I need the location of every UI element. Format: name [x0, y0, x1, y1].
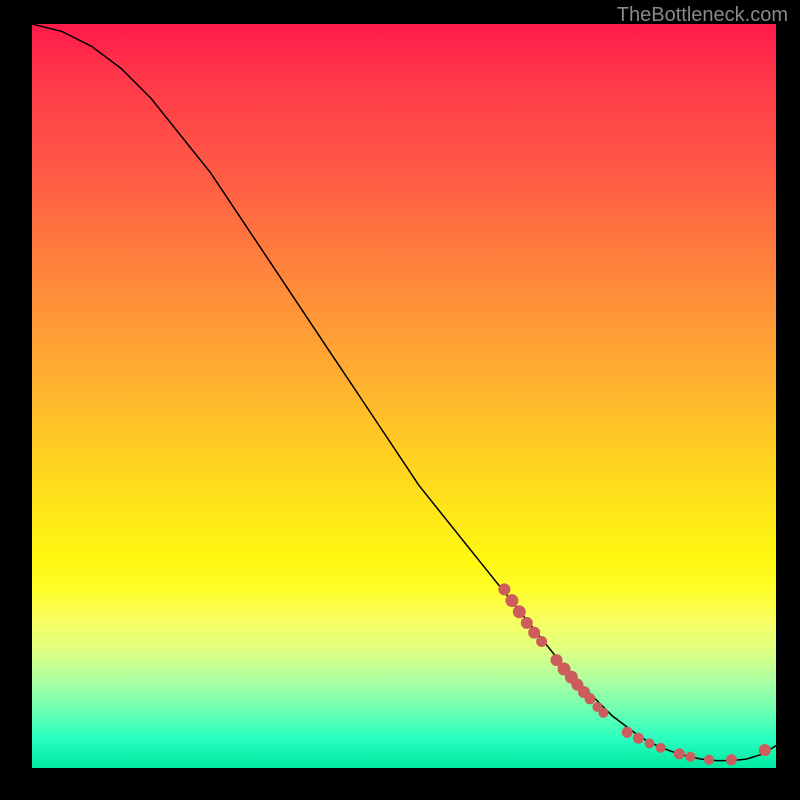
data-point	[521, 617, 533, 629]
data-point	[645, 738, 655, 748]
data-point	[505, 594, 518, 607]
data-point	[759, 744, 771, 756]
data-point	[633, 733, 644, 744]
curve-path	[32, 24, 776, 761]
data-point	[513, 605, 526, 618]
plot-area	[32, 24, 776, 768]
data-point	[622, 727, 633, 738]
data-point	[726, 754, 737, 765]
data-point	[685, 752, 695, 762]
data-point	[536, 636, 547, 647]
data-point	[528, 627, 540, 639]
watermark-text: TheBottleneck.com	[617, 4, 788, 27]
data-point	[585, 693, 596, 704]
data-point	[498, 583, 510, 595]
data-point	[674, 748, 685, 759]
scatter-group	[498, 583, 770, 765]
data-point	[656, 743, 666, 753]
data-point	[704, 755, 714, 765]
data-point	[598, 708, 608, 718]
chart-svg	[32, 24, 776, 768]
